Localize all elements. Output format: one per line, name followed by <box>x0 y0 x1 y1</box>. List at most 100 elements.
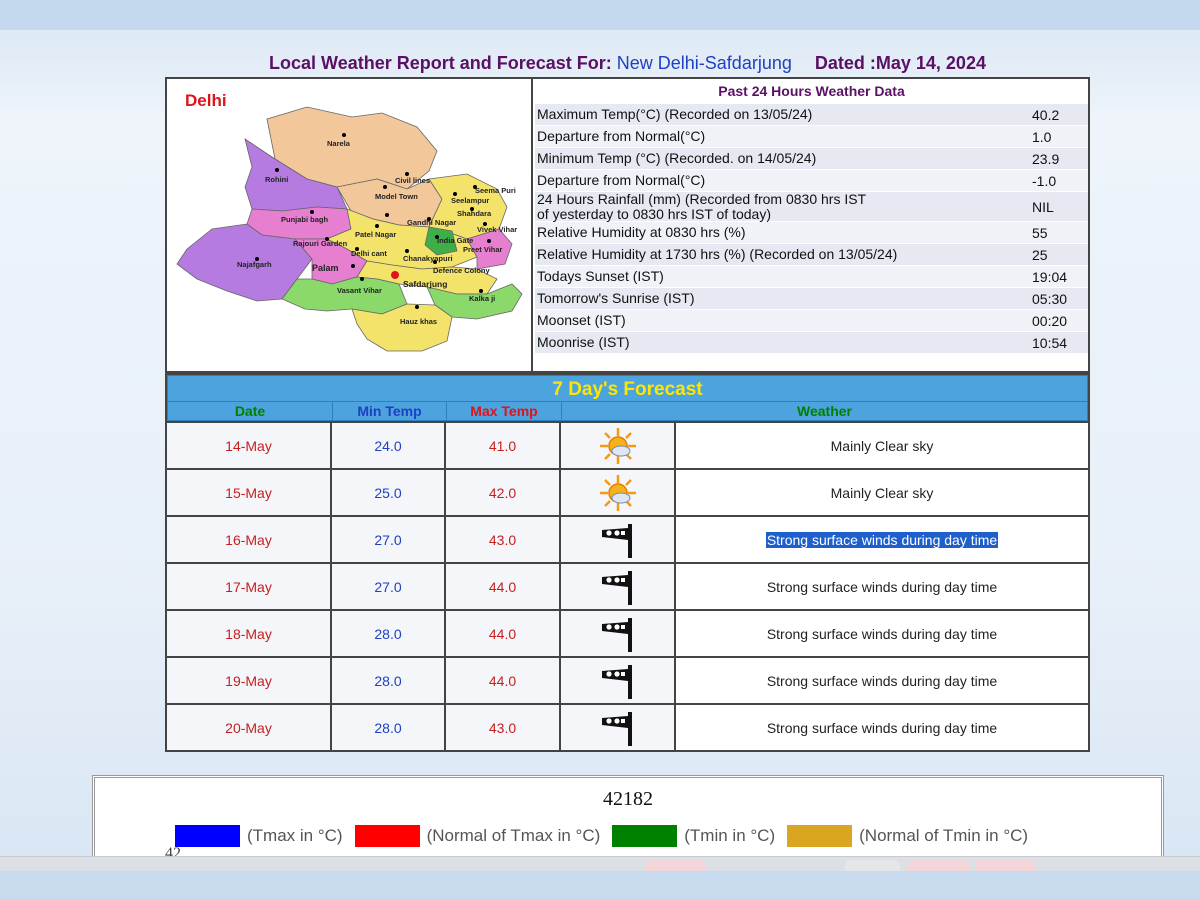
district-seelampur: Seelampur <box>451 196 489 205</box>
forecast-max-temp: 42.0 <box>446 470 561 515</box>
forecast-date: 20-May <box>167 705 332 750</box>
map-title: Delhi <box>185 91 227 110</box>
past-24h-label: 24 Hours Rainfall (mm) (Recorded from 08… <box>537 190 867 222</box>
forecast-weather-text[interactable]: Mainly Clear sky <box>831 438 934 454</box>
forecast-weather-text[interactable]: Strong surface winds during day time <box>767 579 997 595</box>
sun-cloud-icon <box>561 423 676 468</box>
forecast-max-temp: 44.0 <box>446 611 561 656</box>
strong-wind-icon <box>561 611 676 656</box>
past-24h-row: Moonset (IST) 00:20 <box>535 309 1088 331</box>
forecast-max-temp: 41.0 <box>446 423 561 468</box>
past-24h-row: Tomorrow's Sunrise (IST) 05:30 <box>535 287 1088 309</box>
past-24h-label: Minimum Temp (°C) (Recorded. on 14/05/24… <box>537 150 817 166</box>
forecast-date: 15-May <box>167 470 332 515</box>
forecast-max-temp: 43.0 <box>446 705 561 750</box>
district-punjabi-bagh: Punjabi bagh <box>281 215 329 224</box>
past-24h-label: Relative Humidity at 0830 hrs (%) <box>537 224 746 240</box>
sun-cloud-icon <box>561 470 676 515</box>
past-24h-row: Todays Sunset (IST) 19:04 <box>535 265 1088 287</box>
legend-swatch-normal-tmax <box>354 825 420 847</box>
forecast-weather: Mainly Clear sky <box>676 470 1088 515</box>
district-safdarjung: Safdarjung <box>403 279 447 289</box>
strong-wind-icon <box>561 517 676 562</box>
forecast-row: 17-May 27.0 44.0 Strong surface winds durin… <box>167 562 1088 609</box>
forecast-min-temp: 27.0 <box>332 517 446 562</box>
district-narela: Narela <box>327 139 351 148</box>
forecast-weather: Strong surface winds during day time <box>676 517 1088 562</box>
past-24h-label: Tomorrow's Sunrise (IST) <box>537 290 695 306</box>
past-24h-row: Maximum Temp(°C) (Recorded on 13/05/24) 4… <box>535 103 1088 125</box>
strong-wind-icon <box>561 658 676 703</box>
legend-swatch-tmax <box>175 825 240 847</box>
past-24h-value: 25 <box>1032 246 1048 263</box>
forecast-min-temp: 28.0 <box>332 705 446 750</box>
browser-top-band <box>0 0 1200 30</box>
forecast-weather-text[interactable]: Strong surface winds during day time <box>767 673 997 689</box>
past-24h-label: Departure from Normal(°C) <box>537 172 706 188</box>
title-prefix: Local Weather Report and Forecast For: <box>269 53 612 73</box>
forecast-weather-text[interactable]: Mainly Clear sky <box>831 485 934 501</box>
past-24h-row: 24 Hours Rainfall (mm) (Recorded from 08… <box>535 191 1088 221</box>
forecast-max-temp: 44.0 <box>446 658 561 703</box>
forecast-min-temp: 24.0 <box>332 423 446 468</box>
past-24h-value: 10:54 <box>1032 334 1068 351</box>
forecast-weather-text[interactable]: Strong surface winds during day time <box>767 626 997 642</box>
header-weather: Weather <box>797 403 852 419</box>
past-24h-title: Past 24 Hours Weather Data <box>535 79 1088 103</box>
district-chanakyapuri: Chanakyapuri <box>403 254 453 263</box>
forecast-weather: Strong surface winds during day time <box>676 705 1088 750</box>
past-24h-value: 05:30 <box>1032 290 1068 307</box>
past-24h-label: Maximum Temp(°C) (Recorded on 13/05/24) <box>537 106 813 122</box>
past-24h-row: Departure from Normal(°C) -1.0 <box>535 169 1088 191</box>
delhi-district-map: Narela Rohini Civil lines Model Town See… <box>176 106 523 352</box>
past-24h-value: 40.2 <box>1032 106 1060 123</box>
taskbar-overlay <box>0 856 1200 872</box>
past-24h-row: Relative Humidity at 0830 hrs (%) 55 <box>535 221 1088 243</box>
forecast-max-temp: 43.0 <box>446 517 561 562</box>
forecast-row: 19-May 28.0 44.0 Strong surface winds durin… <box>167 656 1088 703</box>
forecast-min-temp: 25.0 <box>332 470 446 515</box>
legend-tmax: (Tmax in °C) <box>247 826 343 845</box>
district-delhi-cant: Delhi cant <box>351 249 387 258</box>
district-vasant-vihar: Vasant Vihar <box>337 286 382 295</box>
district-defence-colony: Defence Colony <box>433 266 491 275</box>
legend-swatch-tmin <box>612 825 678 847</box>
forecast-max-temp: 44.0 <box>446 564 561 609</box>
station-name: New Delhi-Safdarjung <box>616 53 792 73</box>
past-24h-value: 23.9 <box>1032 150 1060 167</box>
forecast-date: 18-May <box>167 611 332 656</box>
forecast-date: 16-May <box>167 517 332 562</box>
forecast-weather: Strong surface winds during day time <box>676 564 1088 609</box>
past-24h-value: 1.0 <box>1032 128 1052 145</box>
forecast-date: 17-May <box>167 564 332 609</box>
legend-normal-tmin: (Normal of Tmin in °C) <box>859 826 1029 845</box>
past-24h-value: 55 <box>1032 224 1048 241</box>
forecast-title: 7 Day's Forecast <box>167 375 1088 402</box>
forecast-weather-text[interactable]: Strong surface winds during day time <box>767 720 997 736</box>
district-seema-puri: Seema Puri <box>475 186 516 195</box>
forecast-rows: 14-May 24.0 41.0 Mainly Clear sky 15-May 25.0… <box>167 421 1088 750</box>
district-model-town: Model Town <box>375 192 418 201</box>
forecast-row: 20-May 28.0 43.0 Strong surface winds durin… <box>167 703 1088 750</box>
page-title: Local Weather Report and Forecast For: N… <box>165 53 1090 77</box>
forecast-row: 16-May 27.0 43.0 Strong surface winds durin… <box>167 515 1088 562</box>
temperature-chart: 42182 (Tmax in °C) (Normal of Tmax in °C… <box>92 775 1164 865</box>
district-india-gate: India Gate <box>437 236 473 245</box>
district-preet-vihar: Preet Vihar <box>463 245 503 254</box>
forecast-row: 15-May 25.0 42.0 Mainly Clear sky <box>167 468 1088 515</box>
header-min-temp: Min Temp <box>333 402 447 420</box>
strong-wind-icon <box>561 705 676 750</box>
district-gandhi-nagar: Gandhi Nagar <box>407 218 456 227</box>
report-date: Dated :May 14, 2024 <box>814 53 986 73</box>
district-kalkaji: Kalka ji <box>469 294 495 303</box>
legend-tmin: (Tmin in °C) <box>684 826 776 845</box>
past-24h-label: Moonset (IST) <box>537 312 626 328</box>
forecast-header: Date Min Temp Max Temp Weather <box>167 402 1088 421</box>
forecast-date: 14-May <box>167 423 332 468</box>
page-footer-band <box>0 871 1200 900</box>
past-24h-row: Relative Humidity at 1730 hrs (%) (Recor… <box>535 243 1088 265</box>
forecast-date: 19-May <box>167 658 332 703</box>
selected-text[interactable]: Strong surface winds during day time <box>765 531 999 548</box>
past-24h-value: -1.0 <box>1032 172 1057 189</box>
forecast-min-temp: 28.0 <box>332 658 446 703</box>
